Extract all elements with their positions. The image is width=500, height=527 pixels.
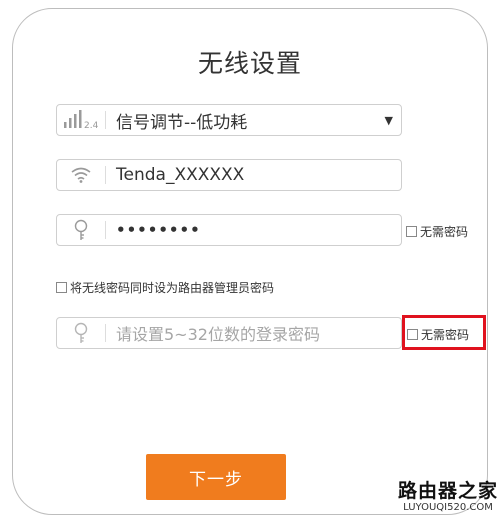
ssid-value: Tenda_XXXXXX <box>116 165 245 185</box>
divider <box>105 324 106 342</box>
sync-admin-password-checkbox[interactable] <box>56 282 67 293</box>
divider <box>105 221 106 239</box>
dropdown-arrow-icon: ▼ <box>384 114 393 127</box>
sync-admin-password-option[interactable]: 将无线密码同时设为路由器管理员密码 <box>56 279 274 296</box>
wifi-no-password-option[interactable]: 无需密码 <box>406 223 468 240</box>
ssid-input[interactable]: Tenda_XXXXXX <box>56 159 402 191</box>
wifi-no-password-checkbox[interactable] <box>406 226 417 237</box>
wifi-password-input[interactable]: •••••••• <box>56 214 402 246</box>
signal-strength-select[interactable]: 2.4 信号调节--低功耗 ▼ <box>56 104 402 136</box>
signal-strength-value: 信号调节--低功耗 <box>116 112 248 133</box>
watermark-title: 路由器之家 <box>398 480 499 502</box>
lock-icon <box>57 318 105 348</box>
watermark-logo: 路由器之家 LUYOUQI520.COM <box>398 480 498 514</box>
divider <box>105 166 106 184</box>
wifi-icon <box>57 160 105 190</box>
admin-password-placeholder: 请设置5~32位数的登录密码 <box>116 325 320 344</box>
admin-password-input[interactable]: 请设置5~32位数的登录密码 <box>56 317 402 349</box>
band-badge: 2.4 <box>84 121 99 131</box>
highlight-box <box>402 315 486 350</box>
sync-admin-password-label: 将无线密码同时设为路由器管理员密码 <box>70 281 275 295</box>
setup-card <box>12 8 488 515</box>
wifi-password-value: •••••••• <box>116 221 201 239</box>
lock-icon <box>57 215 105 245</box>
wifi-no-password-label: 无需密码 <box>420 225 469 239</box>
next-button[interactable]: 下一步 <box>146 454 286 500</box>
page-title: 无线设置 <box>197 49 302 78</box>
signal-strength-icon: 2.4 <box>57 105 105 135</box>
divider <box>105 111 106 129</box>
watermark-url: LUYOUQI520.COM <box>403 502 493 513</box>
